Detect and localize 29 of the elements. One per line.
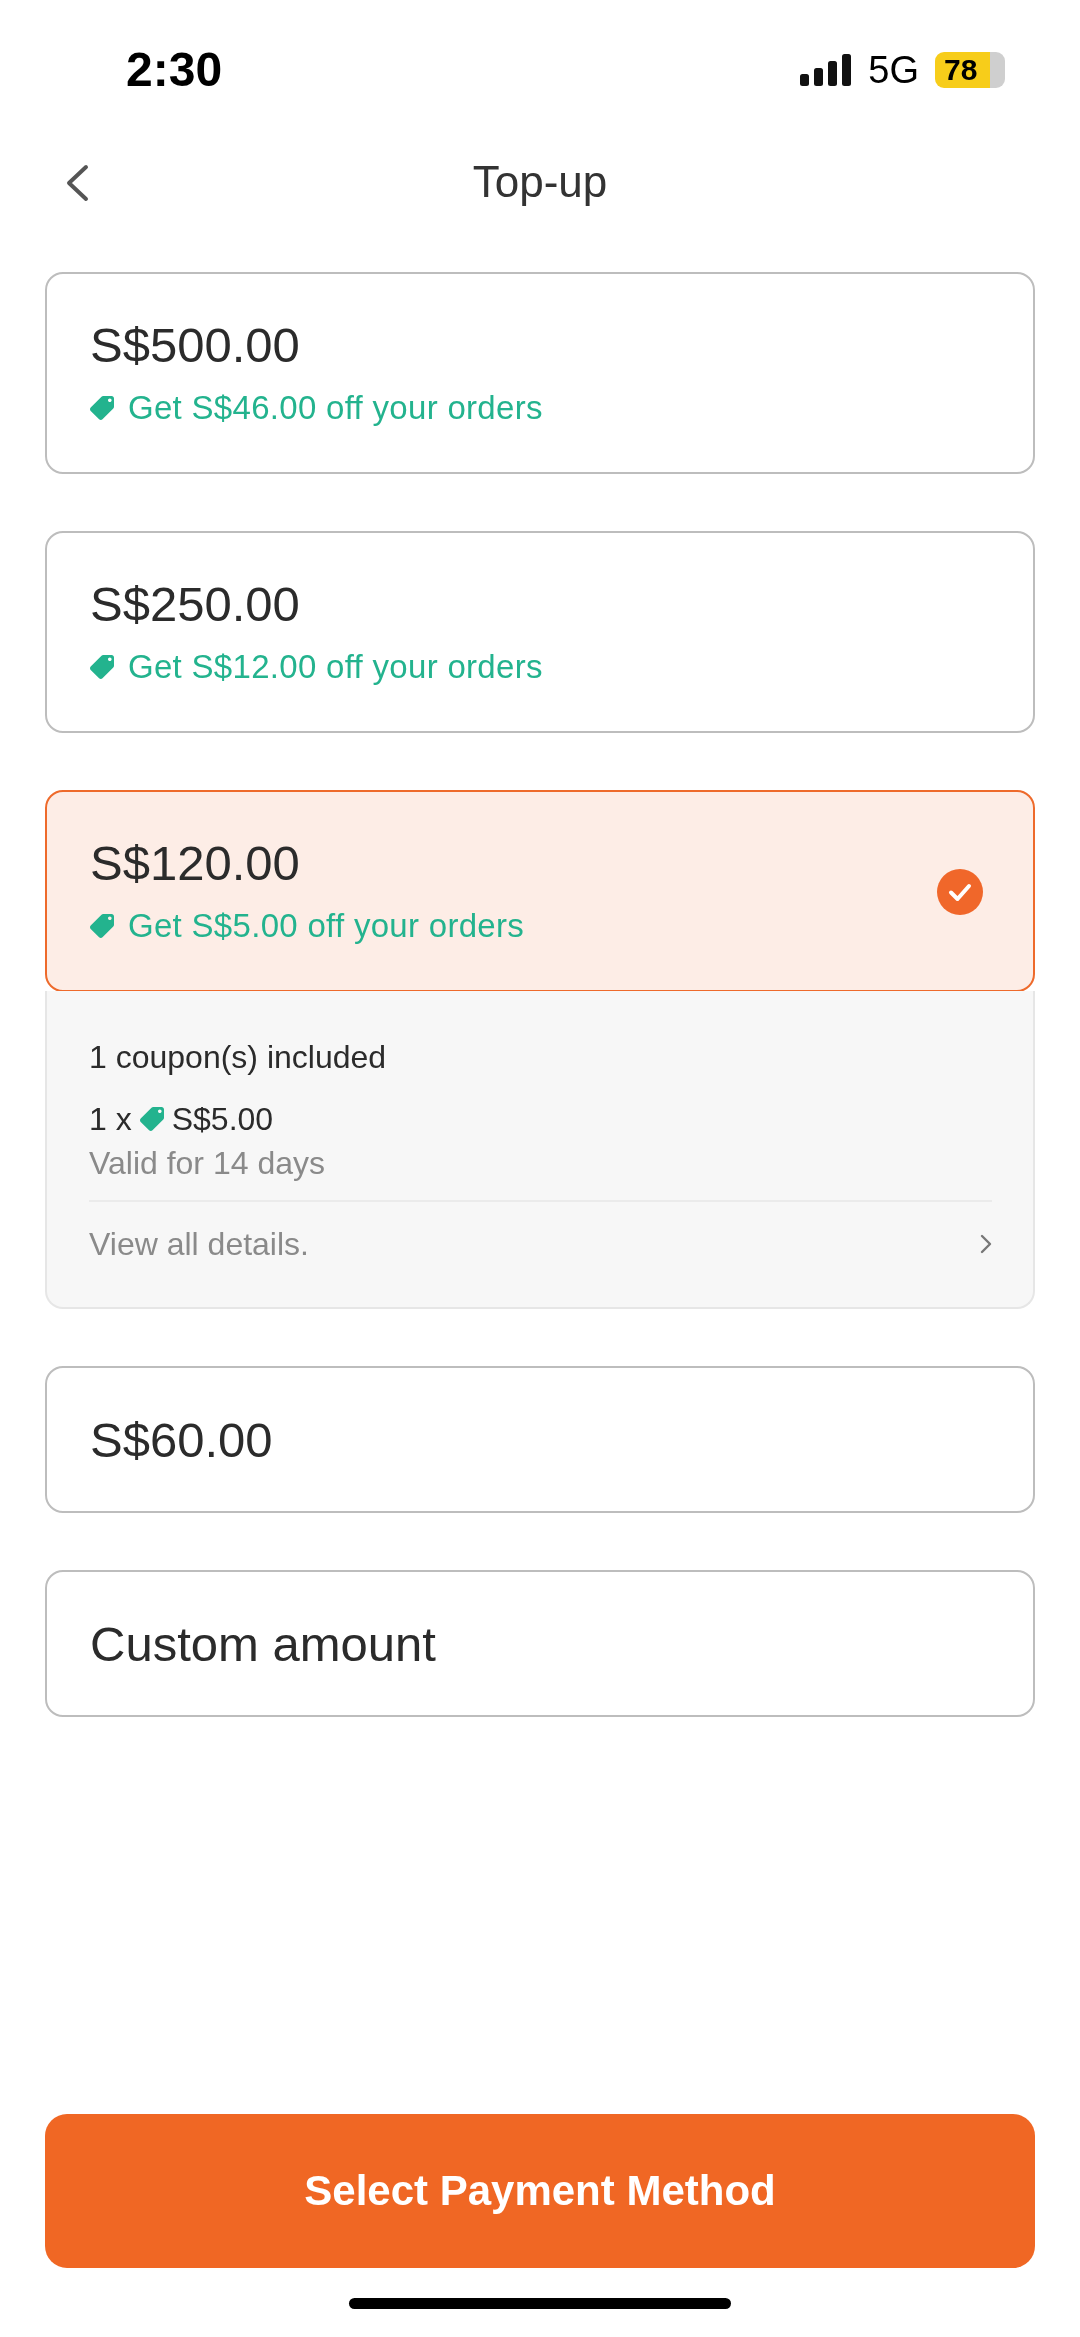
- battery-indicator: 78: [935, 52, 1005, 88]
- network-label: 5G: [868, 51, 919, 89]
- tag-icon: [90, 396, 114, 420]
- top-up-option[interactable]: Custom amount: [45, 1570, 1035, 1717]
- top-up-option[interactable]: S$250.00 Get S$12.00 off your orders: [45, 531, 1035, 733]
- option-amount: S$250.00: [90, 576, 300, 632]
- offer-text: Get S$5.00 off your orders: [128, 906, 525, 946]
- top-up-option[interactable]: S$120.00 Get S$5.00 off your orders: [45, 790, 1035, 992]
- offer-text: Get S$12.00 off your orders: [128, 647, 543, 687]
- check-icon: [937, 868, 983, 915]
- tag-icon: [90, 655, 114, 679]
- status-time: 2:30: [126, 46, 223, 94]
- page-title: Top-up: [472, 155, 608, 208]
- option-amount: S$60.00: [90, 1412, 273, 1468]
- option-amount: S$120.00: [90, 835, 300, 891]
- coupon-validity: Valid for 14 days: [89, 1144, 325, 1183]
- tag-icon: [90, 914, 114, 938]
- option-amount: S$500.00: [90, 317, 300, 373]
- signal-icon: [800, 54, 853, 86]
- chevron-right-icon: [980, 1234, 992, 1254]
- coupon-quantity: 1 x: [89, 1100, 132, 1139]
- top-up-option[interactable]: S$500.00 Get S$46.00 off your orders: [45, 272, 1035, 474]
- tag-icon: [139, 1107, 164, 1131]
- coupon-value: S$5.00: [171, 1100, 274, 1139]
- coupon-count: 1 coupon(s) included: [89, 1038, 387, 1077]
- top-up-option[interactable]: S$60.00: [45, 1366, 1035, 1513]
- back-icon: [65, 164, 89, 202]
- option-amount: Custom amount: [90, 1616, 436, 1672]
- offer-text: Get S$46.00 off your orders: [128, 388, 543, 428]
